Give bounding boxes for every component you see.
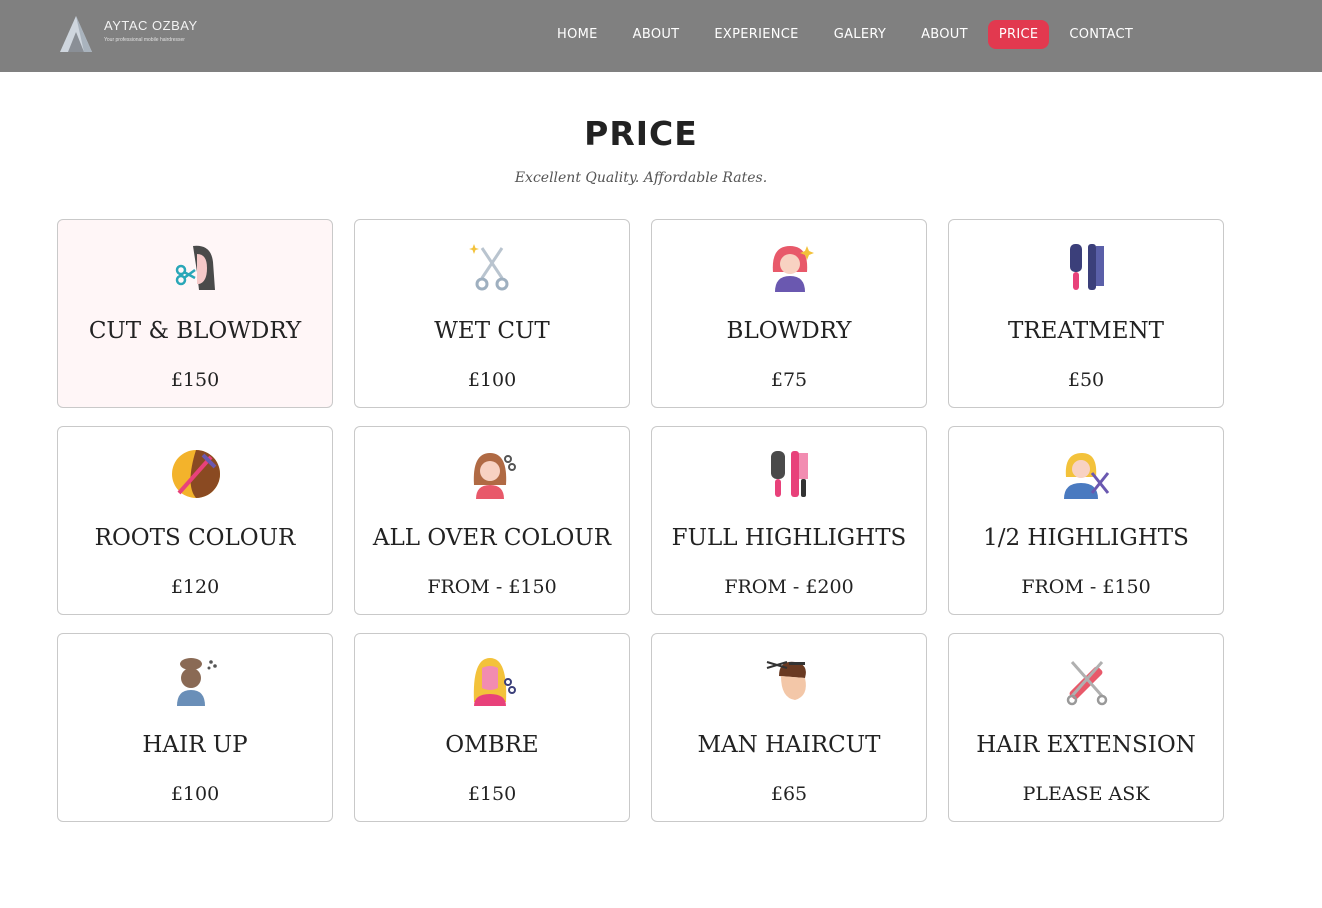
service-price: £75	[770, 369, 808, 391]
logo[interactable]: AYTAC OZBAY Your professional mobile hai…	[56, 14, 216, 56]
service-name: MAN HAIRCUT	[697, 732, 881, 758]
nav-about[interactable]: ABOUT	[618, 20, 695, 49]
service-name: OMBRE	[445, 732, 539, 758]
price-card-ombre[interactable]: OMBRE £150	[354, 633, 630, 822]
price-card-all-over-colour[interactable]: ALL OVER COLOUR FROM - £150	[354, 426, 630, 615]
price-card-full-highlights[interactable]: FULL HIGHLIGHTS FROM - £200	[651, 426, 927, 615]
price-card-half-highlights[interactable]: 1/2 HIGHLIGHTS FROM - £150	[948, 426, 1224, 615]
nav-galery[interactable]: GALERY	[819, 20, 901, 49]
hair-dye-icon	[172, 450, 220, 498]
service-price: £65	[770, 783, 808, 805]
updo-hair-icon	[177, 658, 217, 706]
service-name: TREATMENT	[1008, 318, 1164, 344]
price-card-hair-up[interactable]: HAIR UP £100	[57, 633, 333, 822]
scissors-icon	[469, 244, 509, 291]
blonde-woman-scissors-icon	[473, 658, 516, 706]
service-name: FULL HIGHLIGHTS	[671, 525, 907, 551]
service-price: FROM - £150	[427, 576, 557, 598]
price-card-cut-blowdry[interactable]: CUT & BLOWDRY £150	[57, 219, 333, 408]
service-price: £100	[467, 369, 517, 391]
coloured-hair-woman-icon	[473, 453, 516, 499]
price-card-blowdry[interactable]: BLOWDRY £75	[651, 219, 927, 408]
service-name: ALL OVER COLOUR	[372, 525, 612, 551]
service-name: 1/2 HIGHLIGHTS	[983, 525, 1189, 551]
service-name: WET CUT	[434, 318, 550, 344]
scissors-comb-icon	[1066, 661, 1108, 706]
service-name: ROOTS COLOUR	[94, 525, 296, 551]
section-subtitle: Excellent Quality. Affordable Rates.	[514, 170, 768, 186]
service-name: HAIR UP	[142, 732, 248, 758]
price-card-man-haircut[interactable]: MAN HAIRCUT £65	[651, 633, 927, 822]
service-price: PLEASE ASK	[1022, 783, 1150, 805]
man-haircut-icon	[766, 661, 806, 700]
round-brush-comb-icon	[771, 451, 808, 497]
price-card-treatment[interactable]: TREATMENT £50	[948, 219, 1224, 408]
service-price: £120	[170, 576, 220, 598]
nav-home[interactable]: HOME	[542, 20, 613, 49]
service-price: £150	[467, 783, 517, 805]
logo-name: AYTAC OZBAY	[104, 18, 198, 33]
service-name: CUT & BLOWDRY	[88, 318, 302, 344]
logo-tagline: Your professional mobile hairdresser	[104, 37, 185, 43]
nav-about-2[interactable]: ABOUT	[906, 20, 983, 49]
price-card-hair-extension[interactable]: HAIR EXTENSION PLEASE ASK	[948, 633, 1224, 822]
nav-price[interactable]: PRICE	[987, 20, 1050, 49]
styled-hair-woman-icon	[772, 246, 814, 292]
price-card-roots-colour[interactable]: ROOTS COLOUR £120	[57, 426, 333, 615]
service-price: £50	[1067, 369, 1105, 391]
hairdresser-scissors-icon	[1064, 453, 1110, 499]
brush-comb-icon	[1070, 244, 1104, 290]
service-name: HAIR EXTENSION	[976, 732, 1196, 758]
service-price: FROM - £200	[724, 576, 854, 598]
nav-experience[interactable]: EXPERIENCE	[699, 20, 813, 49]
site-header: AYTAC OZBAY Your professional mobile hai…	[0, 0, 1322, 72]
service-price: £150	[170, 369, 220, 391]
service-price: £100	[170, 783, 220, 805]
service-price: FROM - £150	[1021, 576, 1151, 598]
section-title: PRICE	[584, 114, 698, 153]
logo-mark-icon	[60, 16, 92, 52]
main-nav: HOME ABOUT EXPERIENCE GALERY ABOUT PRICE…	[542, 20, 1153, 49]
nav-contact[interactable]: CONTACT	[1054, 20, 1148, 49]
haircut-woman-icon	[175, 245, 215, 290]
price-card-wet-cut[interactable]: WET CUT £100	[354, 219, 630, 408]
service-name: BLOWDRY	[726, 318, 852, 344]
